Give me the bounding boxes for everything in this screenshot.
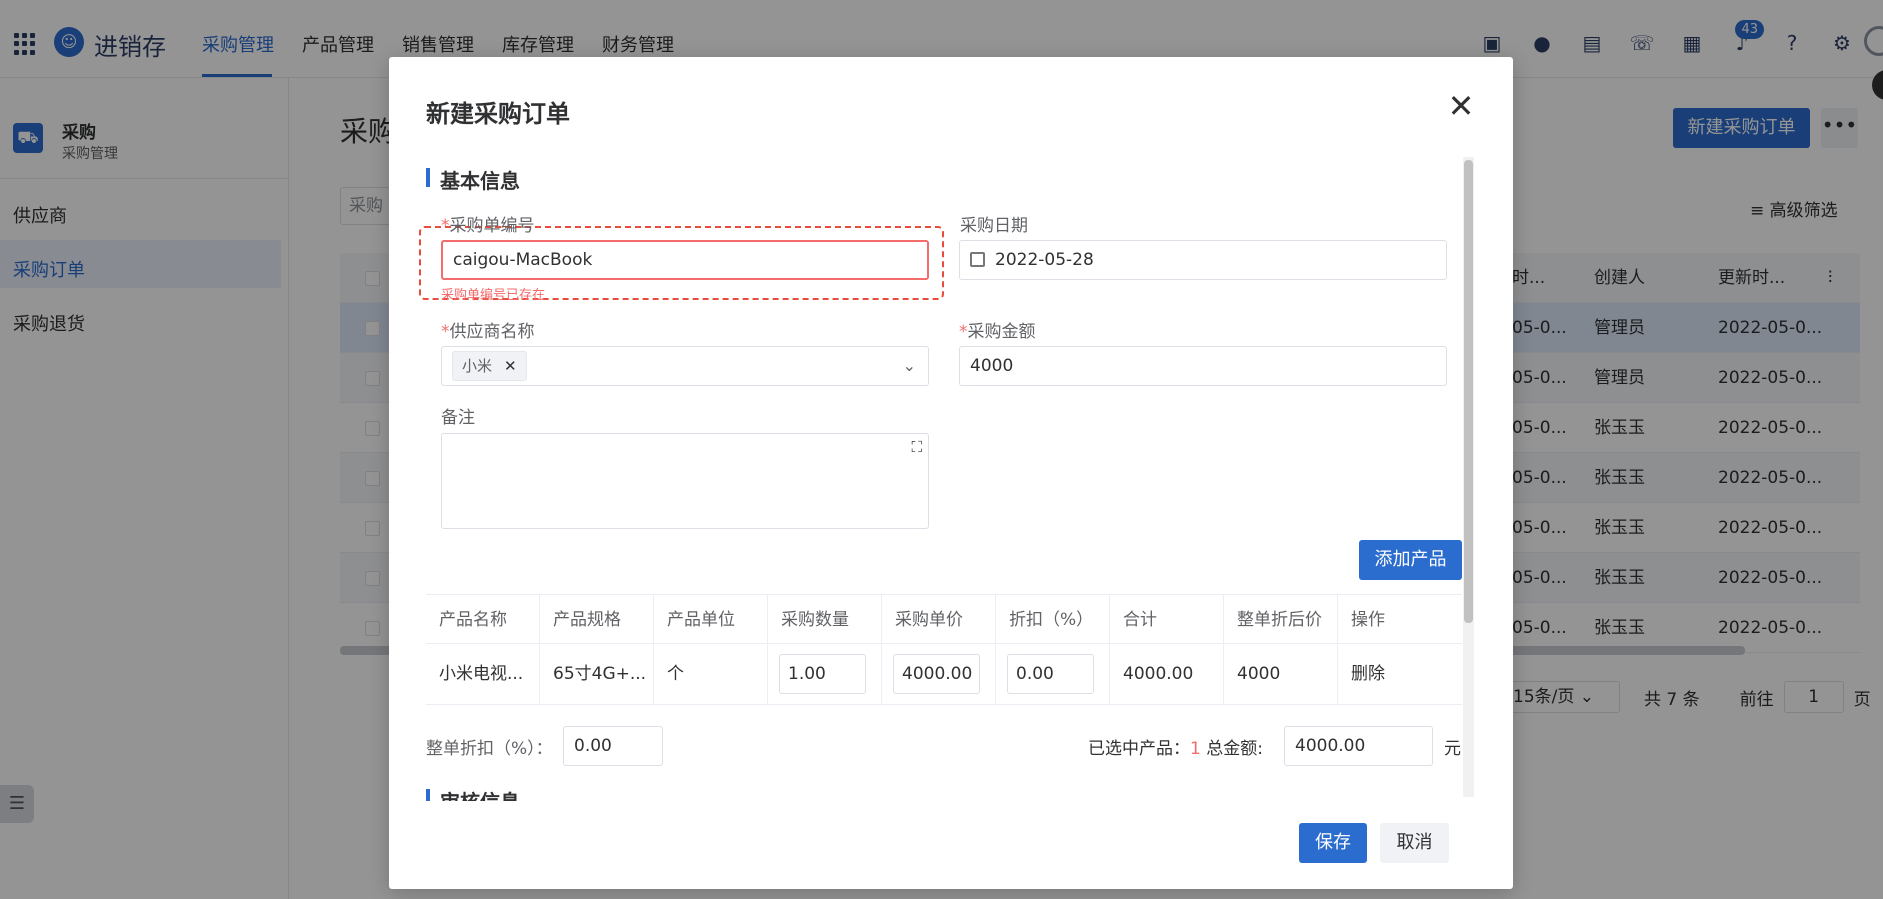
total-label: 总金额: [1206,739,1263,759]
col-unit-price: 采购单价 [882,594,996,644]
quantity-input[interactable]: 1.00 [779,654,866,694]
section-basic-info: 基本信息 [426,165,520,194]
amount-label: *采购金额 [959,322,1036,342]
cell-product-spec: 65寸4G+... [540,644,654,705]
col-product-name: 产品名称 [426,594,540,644]
discount-input[interactable]: 0.00 [1007,654,1094,694]
close-icon[interactable]: ✕ [1443,88,1479,124]
expand-icon[interactable]: ⛶ [911,438,922,456]
cell-product-name: 小米电视... [426,644,540,705]
chevron-down-icon: ⌄ [902,356,916,375]
col-quantity: 采购数量 [768,594,882,644]
date-value: 2022-05-28 [995,250,1094,270]
selected-label: 已选中产品： [1088,739,1190,759]
section-audit-info: 审核信息 [426,786,520,801]
order-discount-label: 整单折扣（%）： [426,739,553,759]
cell-discount: 0.00 [996,644,1110,705]
order-discount-input[interactable]: 0.00 [563,726,663,766]
currency-label: 元 [1444,739,1461,759]
selected-products: 已选中产品：1 总金额: [1088,734,1263,759]
amount-label-text: 采购金额 [967,322,1036,342]
dialog-title: 新建采购订单 [426,100,570,128]
date-label: 采购日期 [960,216,1028,236]
amount-input[interactable]: 4000 [959,346,1447,386]
col-discount: 折扣（%） [996,594,1110,644]
save-button[interactable]: 保存 [1299,823,1367,863]
delete-link[interactable]: 删除 [1338,644,1462,705]
order-no-error: 采购单编号已存在 [441,288,546,303]
cancel-button[interactable]: 取消 [1380,823,1449,863]
cell-subtotal: 4000.00 [1110,644,1224,705]
order-no-label: *采购单编号 [441,216,535,236]
order-no-label-text: 采购单编号 [449,216,535,236]
col-final-price: 整单折后价 [1224,594,1338,644]
unit-price-input[interactable]: 4000.00 [893,654,980,694]
selected-count: 1 [1190,739,1201,759]
cell-final-price: 4000 [1224,644,1338,705]
col-action: 操作 [1338,594,1462,644]
cell-quantity: 1.00 [768,644,882,705]
col-subtotal: 合计 [1110,594,1224,644]
tag-close-icon[interactable]: ✕ [504,357,517,375]
cell-product-unit: 个 [654,644,768,705]
supplier-label-text: 供应商名称 [449,322,535,342]
col-product-unit: 产品单位 [654,594,768,644]
section-audit-wrapper: 审核信息 [426,783,520,801]
supplier-select[interactable]: 小米 ✕ ⌄ [441,346,929,386]
add-product-button[interactable]: 添加产品 [1359,540,1462,580]
remark-label: 备注 [441,408,475,428]
cell-unit-price: 4000.00 [882,644,996,705]
total-amount-input[interactable]: 4000.00 [1284,726,1433,766]
remark-textarea[interactable]: ⛶ [441,433,929,529]
supplier-label: *供应商名称 [441,322,535,342]
calendar-icon [970,252,985,267]
supplier-tag: 小米 ✕ [452,351,527,381]
supplier-tag-label: 小米 [462,357,493,375]
order-no-input[interactable]: caigou-MacBook [441,240,929,280]
dialog-scrollbar[interactable] [1464,160,1473,623]
col-product-spec: 产品规格 [540,594,654,644]
date-picker[interactable]: 2022-05-28 [959,240,1447,280]
